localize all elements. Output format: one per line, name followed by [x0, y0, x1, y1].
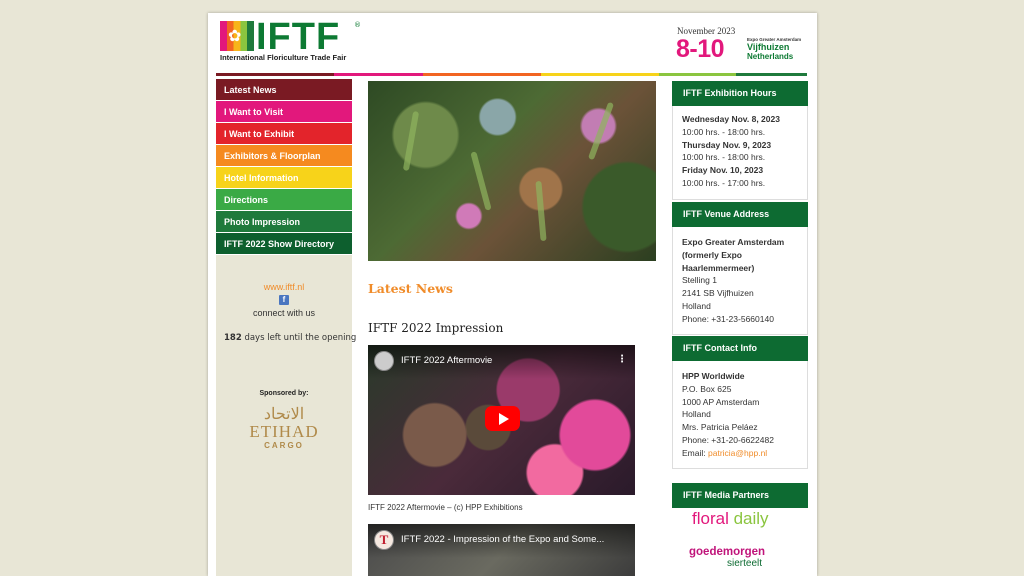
video-player-impression[interactable]: T IFTF 2022 - Impression of the Expo and… [368, 524, 635, 576]
etihad-sub: CARGO [264, 441, 304, 450]
video-player-aftermovie[interactable]: IFTF 2022 Aftermovie ⋮ [368, 345, 635, 495]
left-sidebar: Latest News I Want to Visit I Want to Ex… [216, 79, 356, 576]
etihad-name: ETIHAD [249, 422, 319, 441]
etihad-cargo-logo[interactable]: الاتحاد ETIHAD CARGO [234, 405, 334, 455]
venue-line: Expo Greater Amsterdam [682, 237, 785, 247]
contact-heading: IFTF Contact Info [672, 336, 808, 361]
contact-box: HPP Worldwide P.O. Box 625 1000 AP Amste… [672, 361, 808, 469]
video-title[interactable]: IFTF 2022 Aftermovie [401, 355, 626, 366]
event-date-range: 8-10 [676, 35, 725, 63]
header: ✿ IFTF ® International Floriculture Trad… [208, 13, 817, 76]
iftf-logo[interactable]: ✿ IFTF ® International Floriculture Trad… [220, 17, 361, 65]
venue-line: 2141 SB Vijfhuizen [682, 288, 754, 299]
channel-avatar[interactable] [374, 351, 394, 371]
days-count: 182 [224, 333, 242, 343]
connect-text: connect with us [252, 308, 316, 318]
website-link[interactable]: www.iftf.nl [216, 282, 352, 292]
email-link[interactable]: patricia@hpp.nl [708, 448, 767, 458]
hours-box: Wednesday Nov. 8, 2023 10:00 hrs. - 18:0… [672, 106, 808, 200]
article-title[interactable]: IFTF 2022 Impression [368, 321, 503, 335]
contact-phone: Phone: +31-20-6622482 [682, 434, 774, 445]
email-label: Email: [682, 447, 706, 458]
rainbow-divider [216, 73, 807, 76]
registered-mark: ® [354, 21, 361, 29]
hours-day: Friday Nov. 10, 2023 [682, 165, 764, 176]
venue-line: Haarlemmermeer) [682, 262, 755, 273]
nav-latest-news[interactable]: Latest News [216, 79, 352, 101]
main-content: Latest News IFTF 2022 Impression IFTF 20… [368, 81, 656, 576]
facebook-icon[interactable]: f [279, 295, 289, 305]
nav-i-want-to-exhibit[interactable]: I Want to Exhibit [216, 123, 352, 145]
nav-directions[interactable]: Directions [216, 189, 352, 211]
venue-city: Vijfhuizen [747, 42, 790, 52]
venue-heading: IFTF Venue Address [672, 202, 808, 227]
right-sidebar: IFTF Exhibition Hours Wednesday Nov. 8, … [672, 81, 808, 576]
section-title: Latest News [368, 281, 453, 296]
contact-line: P.O. Box 625 [682, 383, 732, 394]
venue-phone: Phone: +31-23-5660140 [682, 313, 774, 324]
hours-time: 10:00 hrs. - 18:00 hrs. [682, 126, 766, 137]
hours-time: 10:00 hrs. - 18:00 hrs. [682, 152, 766, 163]
etihad-arabic: الاتحاد [263, 404, 305, 423]
nav-exhibitors-floorplan[interactable]: Exhibitors & Floorplan [216, 145, 352, 167]
nav-i-want-to-visit[interactable]: I Want to Visit [216, 101, 352, 123]
channel-avatar[interactable]: T [374, 530, 394, 550]
hours-day: Wednesday Nov. 8, 2023 [682, 114, 780, 124]
logo-text: IFTF [256, 16, 341, 58]
hours-day: Thursday Nov. 9, 2023 [682, 139, 772, 150]
floral-daily-logo[interactable]: floral daily [692, 509, 769, 529]
play-button[interactable] [485, 406, 520, 431]
page: ✿ IFTF ® International Floriculture Trad… [208, 13, 817, 576]
main-nav: Latest News I Want to Visit I Want to Ex… [216, 79, 352, 255]
contact-line: HPP Worldwide [682, 371, 745, 381]
hours-time: 10:00 hrs. - 17:00 hrs. [682, 177, 766, 188]
goedemorgen-logo[interactable]: goedemorgen sierteelt [689, 546, 765, 570]
hero-image [368, 81, 656, 261]
venue-line: (formerly Expo [682, 249, 742, 260]
venue-line: Stelling 1 [682, 275, 717, 286]
sponsored-by: Sponsored by: [259, 390, 309, 397]
venue-box: Expo Greater Amsterdam (formerly Expo Ha… [672, 227, 808, 335]
venue-country: Netherlands [747, 52, 794, 61]
contact-line: Holland [682, 409, 711, 420]
nav-photo-impression[interactable]: Photo Impression [216, 211, 352, 233]
logo-subtitle: International Floriculture Trade Fair [220, 53, 347, 62]
hours-heading: IFTF Exhibition Hours [672, 81, 808, 106]
venue-line: Holland [682, 300, 711, 311]
contact-line: 1000 AP Amsterdam [682, 396, 760, 407]
contact-line: Mrs. Patricia Peláez [682, 422, 758, 433]
days-text: days left until the opening [244, 333, 357, 343]
countdown: 182 days left until the opening [224, 333, 356, 343]
video-caption: IFTF 2022 Aftermovie – (c) HPP Exhibitio… [368, 503, 523, 512]
video-title[interactable]: IFTF 2022 - Impression of the Expo and S… [401, 534, 626, 545]
flower-icon: ✿ [220, 21, 254, 51]
more-vertical-icon[interactable]: ⋮ [617, 354, 627, 365]
event-dates: November 2023 8-10 Expo Greater Amsterda… [673, 26, 808, 66]
nav-show-directory[interactable]: IFTF 2022 Show Directory [216, 233, 352, 255]
nav-hotel-information[interactable]: Hotel Information [216, 167, 352, 189]
media-heading: IFTF Media Partners [672, 483, 808, 508]
